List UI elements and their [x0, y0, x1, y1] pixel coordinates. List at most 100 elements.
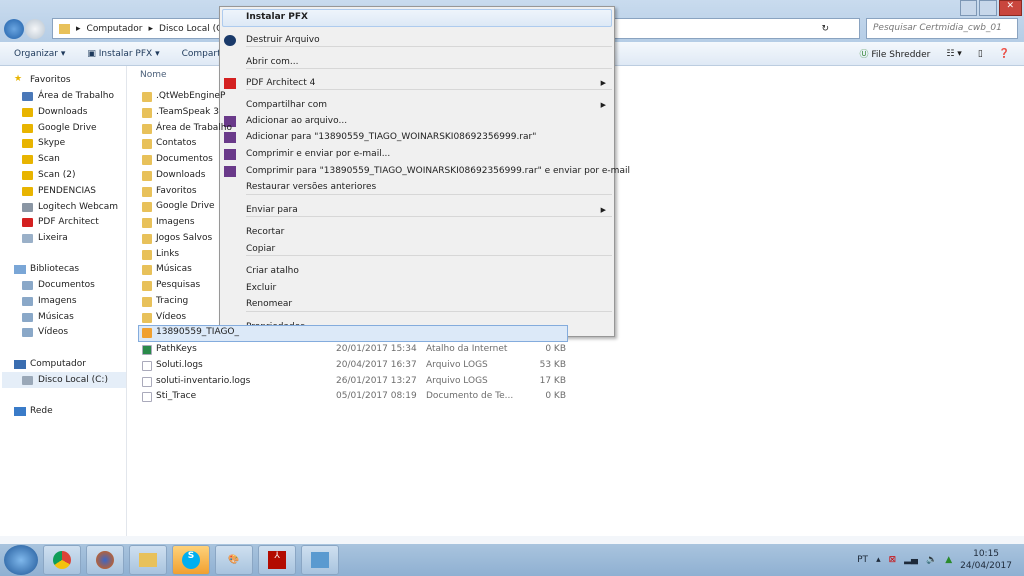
chrome-icon [53, 551, 71, 569]
file-name[interactable]: soluti-inventario.logs [156, 376, 250, 386]
menu-item-compartilhar-com[interactable]: Compartilhar com [246, 100, 327, 110]
file-date: 20/04/2017 16:37 [336, 359, 417, 370]
folder-item[interactable]: Vídeos [156, 312, 186, 322]
preview-pane-button[interactable]: ▯ [978, 49, 983, 59]
sidebar-favorite-item[interactable]: Scan (2) [38, 170, 76, 180]
menu-item-adicionar-ao-arquivo[interactable]: Adicionar ao arquivo... [246, 116, 347, 126]
folder-item[interactable]: Favoritos [156, 186, 197, 196]
folder-icon [142, 107, 152, 118]
clock[interactable]: 10:15 24/04/2017 [960, 548, 1012, 572]
sidebar-computer[interactable]: Computador [30, 359, 86, 369]
menu-item-destruir-arquivo[interactable]: Destruir Arquivo [246, 35, 320, 45]
folder-item[interactable]: Pesquisas [156, 280, 200, 290]
file-size: 53 KB [539, 359, 566, 370]
folder-item[interactable]: Área de Trabalho [156, 123, 232, 133]
volume-icon[interactable]: 🔈 [926, 555, 937, 565]
menu-item-renomear[interactable]: Renomear [246, 299, 292, 309]
google-drive-icon[interactable]: ▲ [945, 555, 952, 565]
sidebar-favorite-item[interactable]: PENDENCIAS [38, 186, 96, 196]
folder-item[interactable]: Links [156, 249, 179, 259]
taskbar-explorer[interactable] [129, 545, 167, 575]
sidebar-favorite-item[interactable]: Downloads [38, 107, 87, 117]
organize-button[interactable]: Organizar ▾ [14, 49, 65, 59]
folder-item[interactable]: Jogos Salvos [156, 233, 212, 243]
sidebar-favorite-item[interactable]: PDF Architect [38, 217, 99, 227]
taskbar-chrome[interactable] [43, 545, 81, 575]
menu-item-comprimir-e-enviar-por-e-mail[interactable]: Comprimir e enviar por e-mail... [246, 149, 390, 159]
file-name[interactable]: PathKeys [156, 344, 197, 354]
file-shredder-button[interactable]: Ⓤ File Shredder [859, 47, 930, 60]
close-button[interactable]: ✕ [998, 0, 1022, 16]
sidebar-favorite-item[interactable]: Lixeira [38, 233, 68, 243]
sidebar-library-item[interactable]: Imagens [38, 296, 77, 306]
details-pane [0, 536, 1024, 544]
sidebar-libraries[interactable]: Bibliotecas [30, 264, 79, 274]
sidebar-library-item[interactable]: Músicas [38, 312, 74, 322]
back-button[interactable] [4, 19, 24, 39]
taskbar-paint[interactable]: 🎨 [215, 545, 253, 575]
menu-item-recortar[interactable]: Recortar [246, 227, 284, 237]
folder-icon [142, 123, 152, 134]
search-input[interactable]: Pesquisar Certmidia_cwb_01 [866, 18, 1018, 39]
restore-button[interactable] [979, 0, 997, 16]
share-button[interactable]: Comparti [182, 49, 224, 59]
menu-item-enviar-para[interactable]: Enviar para [246, 205, 298, 215]
file-name[interactable]: Soluti.logs [156, 360, 203, 370]
start-button[interactable] [4, 545, 38, 575]
sidebar-favorite-item[interactable]: Área de Trabalho [38, 91, 114, 101]
taskbar-skype[interactable]: S [172, 545, 210, 575]
menu-item-criar-atalho[interactable]: Criar atalho [246, 266, 299, 276]
install-pfx-button[interactable]: ▣ Instalar PFX ▾ [87, 49, 159, 59]
menu-item-instalar-pfx[interactable]: Instalar PFX [246, 12, 308, 22]
sidebar-network[interactable]: Rede [30, 406, 53, 416]
signal-icon[interactable]: ▂▄ [904, 555, 918, 565]
network-error-icon[interactable]: ⊠ [889, 555, 897, 565]
language-indicator[interactable]: PT [857, 555, 868, 565]
sidebar-favorite-item[interactable]: Logitech Webcam [38, 202, 118, 212]
help-button[interactable]: ❓ [999, 49, 1010, 59]
folder-item[interactable]: Google Drive [156, 201, 215, 211]
drive-icon [22, 376, 33, 385]
sidebar-favorites[interactable]: Favoritos [30, 75, 71, 85]
menu-item-excluir[interactable]: Excluir [246, 283, 276, 293]
pdf-architect-icon [224, 78, 236, 89]
menu-separator [246, 46, 612, 47]
folder-icon [142, 265, 152, 276]
folder-item[interactable]: Downloads [156, 170, 205, 180]
file-name[interactable]: Sti_Trace [156, 391, 196, 401]
folder-item[interactable]: Tracing [156, 296, 188, 306]
winrar-icon [224, 166, 236, 177]
sidebar-library-item[interactable]: Documentos [38, 280, 95, 290]
chevron-right-icon: ▸ [76, 23, 81, 34]
column-header-name[interactable]: Nome [140, 70, 167, 80]
folder-item[interactable]: .QtWebEngineP [156, 91, 225, 101]
menu-item-pdf-architect-4[interactable]: PDF Architect 4 [246, 78, 315, 88]
forward-button[interactable] [25, 19, 45, 39]
folder-item[interactable]: Imagens [156, 217, 195, 227]
folder-item[interactable]: Contatos [156, 138, 196, 148]
taskbar-acrobat[interactable]: ⅄ [258, 545, 296, 575]
tray-expand-icon[interactable]: ▴ [876, 555, 881, 565]
folder-item[interactable]: .TeamSpeak 3 [156, 107, 219, 117]
sidebar-library-item[interactable]: Vídeos [38, 327, 68, 337]
taskbar-photos[interactable] [301, 545, 339, 575]
clock-time: 10:15 [973, 549, 1000, 559]
folder-item[interactable]: Documentos [156, 154, 213, 164]
sidebar-favorite-item[interactable]: Skype [38, 138, 65, 148]
taskbar-firefox[interactable] [86, 545, 124, 575]
menu-item-restaurar-vers-es-anteriores[interactable]: Restaurar versões anteriores [246, 182, 376, 192]
file-type: Atalho da Internet [426, 344, 508, 354]
sidebar-disco-local[interactable]: Disco Local (C:) [38, 375, 108, 385]
menu-item-comprimir-para-13890559-tiago[interactable]: Comprimir para "13890559_TIAGO_WOINARSKI… [246, 166, 630, 176]
menu-item-copiar[interactable]: Copiar [246, 244, 275, 254]
view-options-button[interactable]: ☷ ▾ [946, 49, 961, 59]
refresh-icon[interactable]: ↻ [821, 24, 829, 34]
minimize-button[interactable] [960, 0, 978, 16]
menu-item-adicionar-para-13890559-tiago[interactable]: Adicionar para "13890559_TIAGO_WOINARSKI… [246, 132, 536, 142]
sidebar-favorite-item[interactable]: Scan [38, 154, 60, 164]
sidebar-favorite-item[interactable]: Google Drive [38, 123, 97, 133]
folder-item[interactable]: Músicas [156, 264, 192, 274]
breadcrumb-computador[interactable]: Computador [87, 24, 143, 34]
selected-file-name[interactable]: 13890559_TIAGO_ [156, 327, 239, 337]
menu-item-abrir-com[interactable]: Abrir com... [246, 57, 298, 67]
